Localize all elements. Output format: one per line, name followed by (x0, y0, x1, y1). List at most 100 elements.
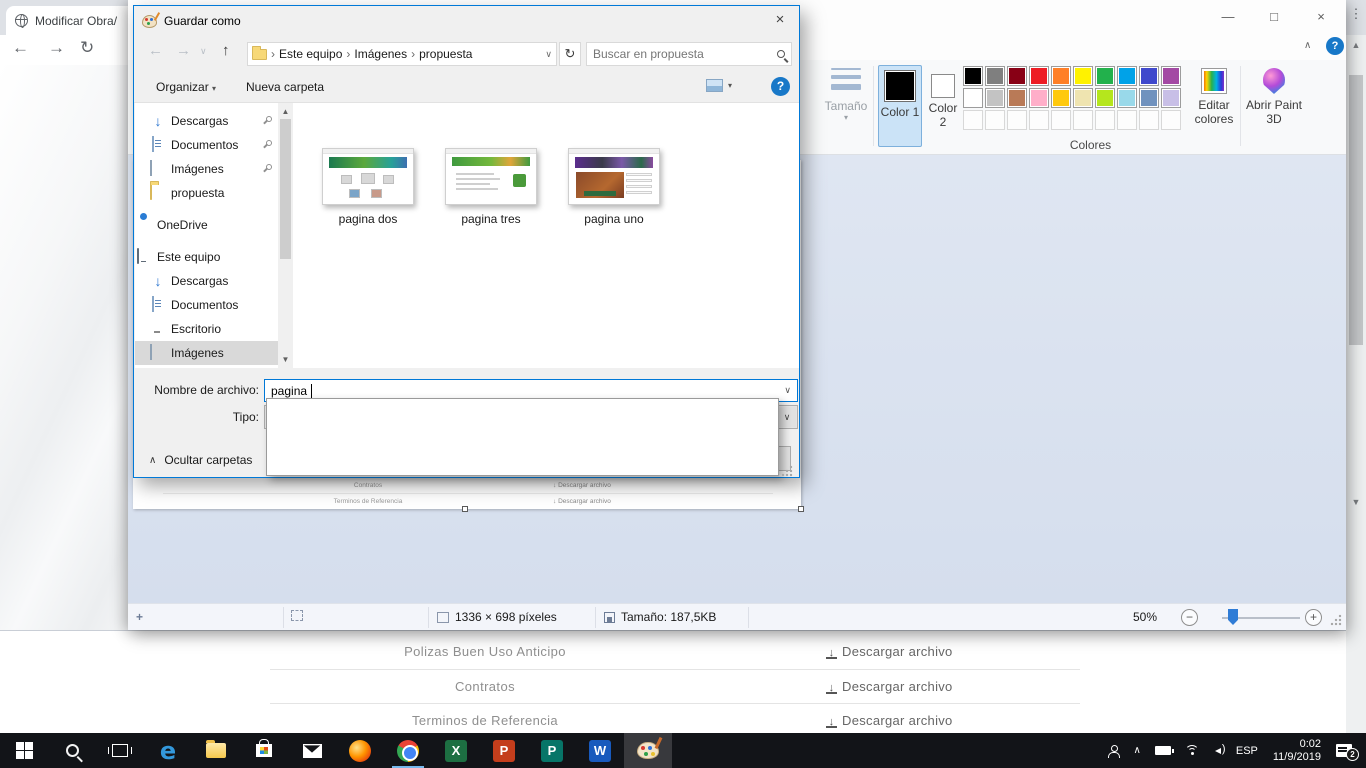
palette-color[interactable] (1095, 66, 1115, 86)
palette-color[interactable] (1051, 66, 1071, 86)
help-icon[interactable]: ? (1326, 37, 1344, 55)
scrollbar-thumb[interactable] (1349, 75, 1363, 345)
palette-empty-slot[interactable] (1161, 110, 1181, 130)
sidebar-item-este-equipo[interactable]: Este equipo (135, 245, 278, 269)
color1-button[interactable]: Color 1 (878, 65, 922, 147)
browser-forward-icon[interactable]: → (48, 38, 65, 58)
sidebar-item-documentos[interactable]: Documentos (135, 293, 278, 317)
browser-tab[interactable]: Modificar Obra/ (6, 6, 140, 35)
taskbar-edge[interactable]: e (144, 733, 192, 768)
palette-color[interactable] (1095, 88, 1115, 108)
nav-up-icon[interactable]: ↑ (222, 42, 230, 59)
nav-back-icon[interactable]: ← (148, 42, 163, 59)
volume-indicator[interactable] (1208, 733, 1229, 768)
sidebar-item-onedrive[interactable]: OneDrive (135, 213, 278, 237)
dialog-close-icon[interactable]: × (767, 8, 793, 32)
scrollbar-thumb[interactable] (280, 119, 291, 259)
breadcrumb[interactable]: › Este equipo › Imágenes › propuesta ∨ (247, 42, 557, 66)
download-link[interactable]: ↓Descargar archivo (826, 679, 953, 694)
sidebar-item-imagenes[interactable]: Imágenes (135, 157, 278, 181)
open-paint3d-button[interactable]: Abrir Paint 3D (1245, 66, 1303, 146)
search-input[interactable]: Buscar en propuesta (586, 42, 792, 66)
palette-empty-slot[interactable] (1095, 110, 1115, 130)
taskbar-mail[interactable] (288, 733, 336, 768)
window-resize-grip[interactable] (1330, 614, 1342, 626)
clock[interactable]: 0:02 11/9/2019 (1265, 733, 1329, 768)
dialog-titlebar[interactable]: Guardar como × (134, 6, 799, 36)
palette-color[interactable] (1029, 66, 1049, 86)
canvas-resize-handle-corner[interactable] (798, 506, 804, 512)
sidebar-item-propuesta[interactable]: propuesta (135, 181, 278, 205)
palette-color[interactable] (1161, 66, 1181, 86)
taskbar-chrome[interactable] (384, 733, 432, 768)
refresh-button[interactable]: ↻ (559, 42, 581, 66)
palette-color[interactable] (985, 66, 1005, 86)
scroll-down-icon[interactable]: ▼ (1349, 497, 1363, 507)
taskbar-paint-active[interactable] (624, 733, 672, 768)
sidebar-item-escritorio[interactable]: Escritorio (135, 317, 278, 341)
scroll-up-icon[interactable]: ▲ (1349, 40, 1363, 50)
color2-button[interactable]: Color 2 (925, 65, 961, 147)
palette-color[interactable] (1139, 88, 1159, 108)
taskbar-firefox[interactable] (336, 733, 384, 768)
browser-reload-icon[interactable]: ↻ (80, 38, 94, 58)
language-indicator[interactable]: ESP (1229, 733, 1265, 768)
action-center-button[interactable]: 2 (1329, 733, 1366, 768)
organize-button[interactable]: Organizar ▾ (156, 80, 216, 94)
help-icon[interactable]: ? (771, 77, 790, 96)
wifi-indicator[interactable] (1178, 733, 1208, 768)
chevron-down-icon[interactable]: ∨ (784, 385, 791, 396)
palette-empty-slot[interactable] (1139, 110, 1159, 130)
palette-color[interactable] (963, 66, 983, 86)
edit-colors-button[interactable]: Editar colores (1188, 66, 1240, 146)
taskbar-store[interactable] (240, 733, 288, 768)
collapse-ribbon-icon[interactable]: ∧ (1304, 40, 1311, 51)
file-item-pagina-dos[interactable]: pagina dos (308, 148, 428, 226)
nav-forward-icon[interactable]: → (176, 42, 191, 59)
palette-color[interactable] (1139, 66, 1159, 86)
palette-color[interactable] (1073, 88, 1093, 108)
scroll-down-icon[interactable]: ▼ (278, 355, 293, 364)
canvas-resize-handle-bottom[interactable] (462, 506, 468, 512)
palette-color[interactable] (1073, 66, 1093, 86)
zoom-in-button[interactable]: + (1305, 609, 1322, 626)
palette-color[interactable] (1117, 66, 1137, 86)
palette-empty-slot[interactable] (1007, 110, 1027, 130)
palette-empty-slot[interactable] (1029, 110, 1049, 130)
filename-autocomplete-dropdown[interactable] (266, 398, 779, 476)
breadcrumb-item[interactable]: Este equipo (279, 47, 342, 61)
file-item-pagina-uno[interactable]: pagina uno (554, 148, 674, 226)
dialog-resize-grip[interactable] (781, 465, 793, 477)
sidebar-item-documentos[interactable]: Documentos (135, 133, 278, 157)
palette-color[interactable] (963, 88, 983, 108)
download-link[interactable]: ↓Descargar archivo (826, 713, 953, 728)
start-button[interactable] (0, 733, 48, 768)
download-link[interactable]: ↓Descargar archivo (826, 644, 953, 659)
taskbar-powerpoint[interactable]: P (480, 733, 528, 768)
close-button[interactable]: × (1306, 6, 1336, 28)
zoom-slider-handle[interactable] (1228, 609, 1238, 625)
search-icon[interactable] (777, 50, 785, 58)
view-mode-button[interactable]: ▾ (706, 79, 732, 92)
zoom-out-button[interactable]: − (1181, 609, 1198, 626)
hide-folders-button[interactable]: ∧ Ocultar carpetas (149, 453, 252, 467)
palette-empty-slot[interactable] (963, 110, 983, 130)
breadcrumb-dropdown-icon[interactable]: ∨ (545, 49, 552, 60)
taskbar-word[interactable]: W (576, 733, 624, 768)
palette-color[interactable] (1161, 88, 1181, 108)
breadcrumb-item[interactable]: propuesta (419, 47, 472, 61)
palette-color[interactable] (1007, 66, 1027, 86)
palette-empty-slot[interactable] (1117, 110, 1137, 130)
taskbar-publisher[interactable]: P (528, 733, 576, 768)
breadcrumb-item[interactable]: Imágenes (354, 47, 407, 61)
minimize-button[interactable]: — (1213, 6, 1243, 28)
new-folder-button[interactable]: Nueva carpeta (246, 80, 324, 94)
sidebar-item-descargas[interactable]: ↓ Descargas (135, 269, 278, 293)
people-button[interactable] (1101, 733, 1127, 768)
browser-back-icon[interactable]: ← (12, 38, 29, 58)
palette-color[interactable] (1117, 88, 1137, 108)
taskbar-search-button[interactable] (48, 733, 96, 768)
sidebar-item-imagenes-selected[interactable]: Imágenes (135, 341, 278, 365)
maximize-button[interactable]: □ (1259, 6, 1289, 28)
palette-empty-slot[interactable] (1051, 110, 1071, 130)
